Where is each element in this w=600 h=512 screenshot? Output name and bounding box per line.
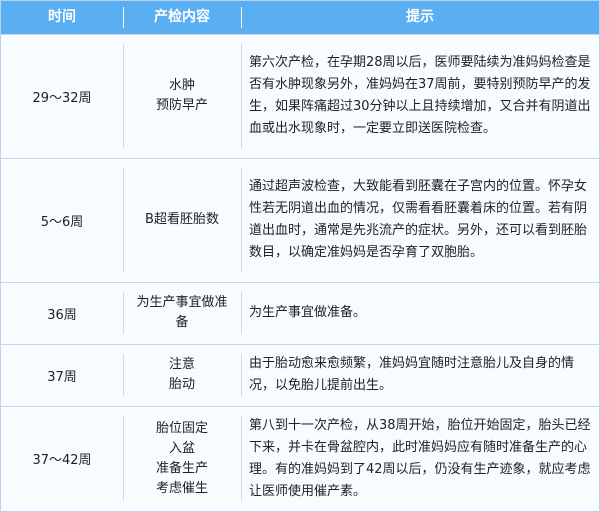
content-line: 考虑催生 [155, 480, 208, 496]
content-line: B超看胚胎数 [145, 212, 219, 227]
header-content: 产检内容 [154, 9, 210, 25]
row-time: 37～42周 [32, 453, 92, 468]
content-line: 准备生产 [155, 460, 208, 476]
table-row: 37周 注意 胎动 由于胎动愈来愈频繁，准妈妈宜随时注意胎儿及自身的情况，以免胎… [1, 344, 599, 406]
prenatal-checkup-table: 时间 产检内容 提示 29～32周 水肿 预防早产 第六次产检，在孕期28周以后… [0, 0, 600, 512]
table-row: 29～32周 水肿 预防早产 第六次产检，在孕期28周以后，医师要陆续为准妈妈检… [1, 34, 599, 158]
row-time: 29～32周 [32, 90, 92, 106]
content-line: 预防早产 [155, 98, 208, 113]
row-tip: 第八到十一次产检，从38周开始，胎位开始固定，胎头已经下来，并卡在骨盆腔内，此时… [249, 417, 591, 499]
content-line: 注意 [168, 357, 195, 372]
header-tip: 提示 [406, 9, 434, 25]
table-row: 36周 为生产事宜做准 备 为生产事宜做准备。 [1, 282, 599, 344]
row-content: 注意 胎动 [123, 344, 241, 406]
row-content: 水肿 预防早产 [123, 34, 241, 158]
table-row: 5～6周 B超看胚胎数 通过超声波检查，大致能看到胚囊在子宫内的位置。怀孕女性若… [1, 158, 599, 282]
row-content: B超看胚胎数 [123, 158, 241, 282]
header-time: 时间 [48, 9, 76, 25]
row-time: 36周 [47, 307, 77, 323]
content-line: 水肿 [168, 78, 195, 93]
table-header: 时间 产检内容 提示 [1, 1, 599, 34]
row-tip: 由于胎动愈来愈频繁，准妈妈宜随时注意胎儿及自身的情况，以免胎儿提前出生。 [249, 356, 575, 393]
row-tip: 为生产事宜做准备。 [249, 305, 367, 320]
row-time: 5～6周 [40, 214, 84, 230]
row-content: 为生产事宜做准 备 [123, 282, 241, 344]
row-content: 胎位固定 入盆 准备生产 考虑催生 [123, 406, 241, 511]
content-line: 备 [175, 315, 189, 330]
content-line: 胎位固定 [155, 420, 208, 436]
table-row: 37～42周 胎位固定 入盆 准备生产 考虑催生 第八到十一次产检，从38周开始… [1, 406, 599, 511]
row-time: 37周 [47, 369, 77, 385]
row-tip: 通过超声波检查，大致能看到胚囊在子宫内的位置。怀孕女性若无阴道出血的情况，仅需看… [249, 179, 588, 260]
content-line: 入盆 [168, 440, 195, 456]
row-tip: 第六次产检，在孕期28周以后，医师要陆续为准妈妈检查是否有水肿现象另外，准妈妈在… [249, 55, 591, 136]
content-line: 胎动 [168, 377, 195, 392]
content-line: 为生产事宜做准 [136, 295, 228, 310]
